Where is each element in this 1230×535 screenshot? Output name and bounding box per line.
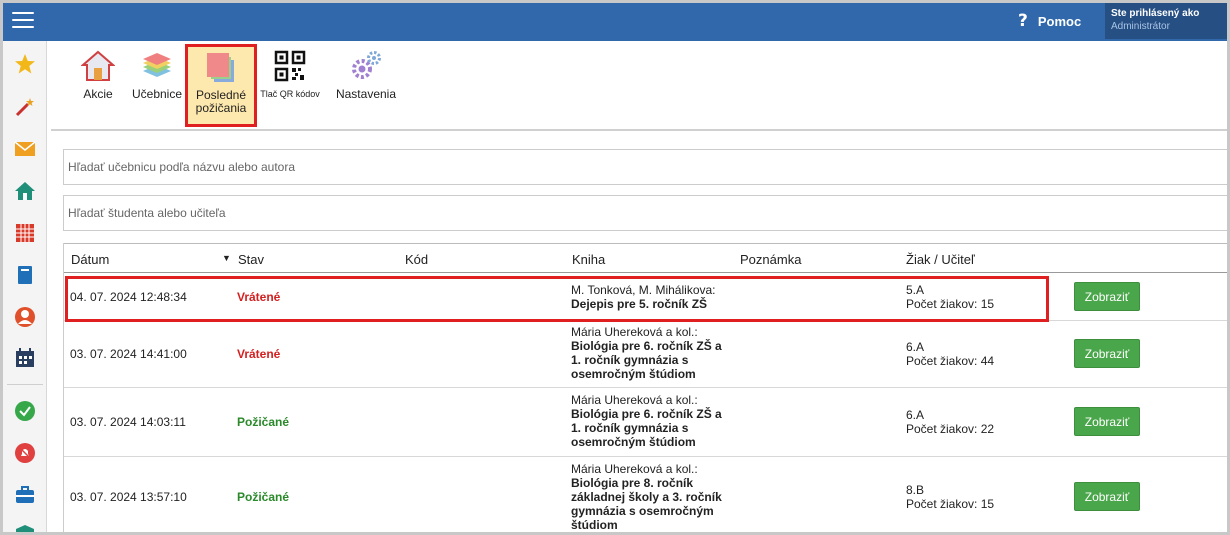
toolbar-label: Nastavenia [335, 87, 397, 101]
status-badge: Požičané [237, 415, 290, 429]
table-row: 03. 07. 2024 14:03:11 Požičané Mária Uhe… [64, 388, 1227, 457]
book-search-input[interactable]: Hľadať učebnicu podľa názvu alebo autora [63, 149, 1227, 185]
table-header: Dátum ▼ Stav Kód Kniha Poznámka Žiak / U… [64, 243, 1227, 273]
student-search-input[interactable]: Hľadať študenta alebo učiteľa [63, 195, 1227, 231]
house-door-icon [81, 50, 115, 81]
toolbar-ucebnice-button[interactable]: Učebnice [130, 49, 184, 101]
loan-date: 03. 07. 2024 14:03:11 [70, 415, 186, 429]
help-link[interactable]: ? Pomoc [1018, 11, 1081, 31]
loan-date: 04. 07. 2024 12:48:34 [70, 290, 187, 304]
sort-desc-icon[interactable]: ▼ [222, 253, 231, 263]
toolbar: Akcie Učebnice Posledné požičania Tlač Q… [51, 41, 1227, 131]
user-box[interactable]: Ste prihlásený ako Administrátor [1105, 3, 1227, 39]
book-cell: Mária Uhereková a kol.: Biológia pre 6. … [571, 393, 731, 449]
book-author: Mária Uhereková a kol.: [571, 393, 698, 407]
class-name: 6.A [906, 340, 925, 354]
schedule-icon[interactable] [14, 347, 36, 369]
star-icon[interactable] [14, 53, 36, 75]
book-stack-icon [143, 53, 171, 77]
check-circle-icon[interactable] [14, 400, 36, 422]
toolbar-akcie-button[interactable]: Akcie [75, 49, 121, 101]
toolbar-label: Tlač QR kódov [260, 89, 320, 99]
app-window: ? Pomoc Ste prihlásený ako Administrátor [0, 0, 1230, 535]
hamburger-menu-icon[interactable] [12, 12, 34, 30]
toolbar-tlac-qr-button[interactable]: Tlač QR kódov [257, 49, 323, 99]
book-title: Dejepis pre 5. ročník ZŠ [571, 297, 708, 311]
magic-wand-icon[interactable] [14, 96, 36, 118]
show-button[interactable]: Zobraziť [1074, 282, 1140, 311]
column-header-person[interactable]: Žiak / Učiteľ [906, 252, 975, 267]
question-mark-icon: ? [1018, 11, 1028, 31]
briefcase-icon[interactable] [14, 484, 36, 506]
loan-date: 03. 07. 2024 14:41:00 [70, 347, 187, 361]
recent-loans-icon [207, 53, 234, 82]
student-count: Počet žiakov: 15 [906, 497, 995, 511]
show-button[interactable]: Zobraziť [1074, 482, 1140, 511]
envelope-icon[interactable] [14, 138, 36, 160]
book-author: Mária Uhereková a kol.: [571, 325, 698, 339]
book-author: M. Tonková, M. Mihálikova: [571, 283, 716, 297]
book-cell: Mária Uhereková a kol.: Biológia pre 6. … [571, 325, 731, 381]
home-icon[interactable] [14, 180, 36, 202]
student-count: Počet žiakov: 22 [906, 422, 995, 436]
loans-table: Dátum ▼ Stav Kód Kniha Poznámka Žiak / U… [63, 243, 1227, 532]
person-cell: 6.A Počet žiakov: 22 [906, 408, 994, 436]
table-row: 03. 07. 2024 13:57:10 Požičané Mária Uhe… [64, 457, 1227, 532]
column-header-book[interactable]: Kniha [572, 252, 605, 267]
column-header-status[interactable]: Stav [238, 252, 264, 267]
class-name: 6.A [906, 408, 925, 422]
book-icon[interactable] [14, 264, 36, 286]
person-icon[interactable] [14, 306, 36, 328]
book-title: Biológia pre 6. ročník ZŠ a 1. ročník gy… [571, 339, 722, 381]
book-cell: Mária Uhereková a kol.: Biológia pre 8. … [571, 462, 731, 532]
column-header-date[interactable]: Dátum [71, 252, 109, 267]
person-cell: 5.A Počet žiakov: 15 [906, 283, 994, 311]
book-cell: M. Tonková, M. Mihálikova: Dejepis pre 5… [571, 283, 731, 311]
bell-off-icon[interactable] [14, 442, 36, 464]
class-name: 5.A [906, 283, 925, 297]
loan-date: 03. 07. 2024 13:57:10 [70, 490, 187, 504]
help-label: Pomoc [1037, 13, 1082, 29]
top-bar: ? Pomoc Ste prihlásený ako Administrátor [3, 3, 1227, 41]
student-count: Počet žiakov: 44 [906, 354, 995, 368]
status-badge: Vrátené [237, 290, 281, 304]
sidebar-divider [7, 384, 43, 385]
column-header-note[interactable]: Poznámka [740, 252, 801, 267]
qr-code-icon [274, 50, 306, 82]
toolbar-posledne-pozicania-button[interactable]: Posledné požičania [185, 44, 257, 127]
toolbar-label: Akcie [83, 87, 113, 101]
gears-icon [352, 51, 381, 79]
shield-icon[interactable] [14, 523, 36, 532]
calendar-grid-icon[interactable] [14, 222, 36, 244]
sidebar [3, 41, 47, 532]
column-header-code[interactable]: Kód [405, 252, 428, 267]
person-cell: 6.A Počet žiakov: 44 [906, 340, 994, 368]
user-role: Administrátor [1111, 21, 1170, 32]
show-button[interactable]: Zobraziť [1074, 407, 1140, 436]
table-row: 04. 07. 2024 12:48:34 Vrátené M. Tonková… [64, 273, 1227, 321]
class-name: 8.B [906, 483, 925, 497]
show-button[interactable]: Zobraziť [1074, 339, 1140, 368]
person-cell: 8.B Počet žiakov: 15 [906, 483, 994, 511]
book-author: Mária Uhereková a kol.: [571, 462, 698, 476]
table-row: 03. 07. 2024 14:41:00 Vrátené Mária Uher… [64, 321, 1227, 388]
book-title: Biológia pre 8. ročník základnej školy a… [571, 476, 722, 532]
toolbar-nastavenia-button[interactable]: Nastavenia [334, 49, 398, 101]
status-badge: Požičané [237, 490, 290, 504]
logged-in-label: Ste prihlásený ako [1111, 8, 1200, 19]
toolbar-label: Posledné požičania [195, 88, 247, 115]
toolbar-label: Učebnice [131, 87, 183, 101]
student-count: Počet žiakov: 15 [906, 297, 995, 311]
book-title: Biológia pre 6. ročník ZŠ a 1. ročník gy… [571, 407, 722, 449]
status-badge: Vrátené [237, 347, 281, 361]
